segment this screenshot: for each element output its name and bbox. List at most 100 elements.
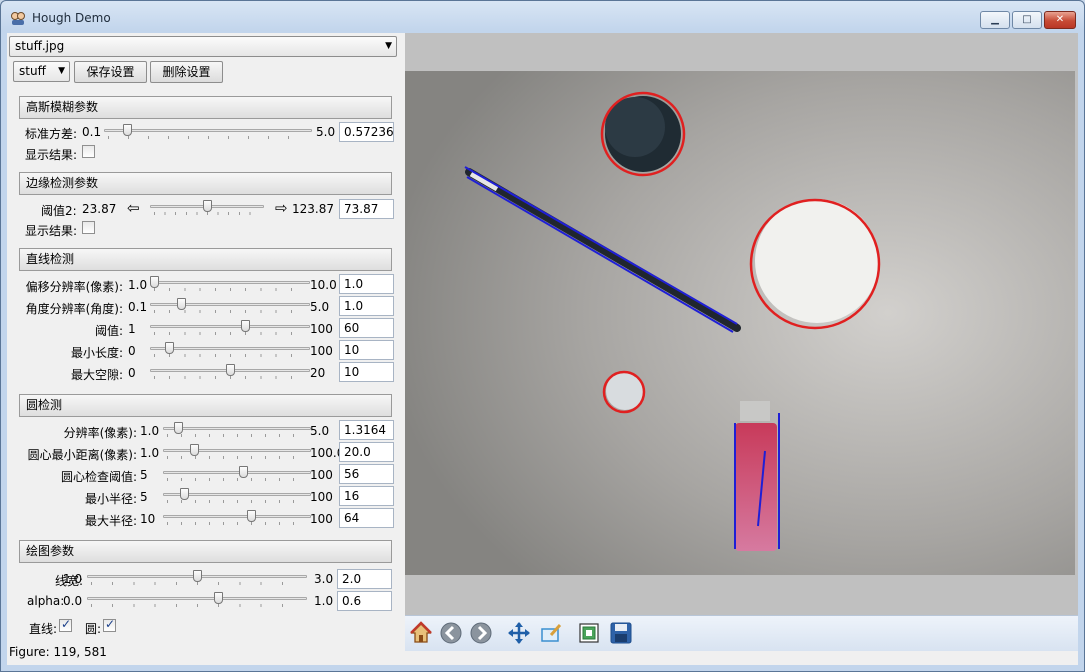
slider-thumb[interactable] [241,320,251,332]
circles-row-0-input[interactable]: 1.3164 [339,420,394,440]
slider-thumb[interactable] [203,200,212,212]
sigma-min: 0.1 [82,125,102,139]
title-bar: Hough Demo ▁ □ ✕ [1,1,1084,33]
slider-thumb[interactable] [174,422,184,434]
sigma-slider[interactable] [104,124,312,140]
save-icon[interactable] [609,621,633,645]
chevron-down-icon: ▼ [58,66,65,76]
circles-row-1-slider[interactable] [163,444,311,460]
circles-row-2-input[interactable]: 56 [339,464,394,484]
circles-row-0-label: 分辨率(像素): [63,426,137,440]
figure-canvas[interactable] [405,33,1078,615]
slider-thumb[interactable] [150,276,159,288]
status-bar-text: Figure: 119, 581 [9,645,107,659]
slider-thumb[interactable] [165,342,175,354]
circles-row-0-slider[interactable] [163,422,311,438]
lines-row-2-min: 1 [128,322,136,336]
lines-row-4-max: 20 [310,366,326,380]
slider-thumb[interactable] [214,592,224,604]
circles-row-4-input[interactable]: 64 [339,508,394,528]
save-settings-button[interactable]: 保存设置 [74,61,147,83]
lines-row-4-label: 最大空隙: [70,368,123,382]
circles-row-1-input[interactable]: 20.0 [339,442,394,462]
circles-row-4-max: 100 [310,512,333,526]
alpha-slider[interactable] [87,592,307,608]
slider-thumb[interactable] [179,488,189,500]
circles-row-2-slider[interactable] [163,466,311,482]
lines-row-2-slider[interactable] [150,320,310,336]
pan-icon[interactable] [507,621,531,645]
maximize-button[interactable]: □ [1012,11,1042,29]
lighter-head [740,401,770,421]
threshold2-slider[interactable] [150,200,264,216]
edge-show-label: 显示结果: [25,224,78,238]
circles-section-header: 圆检测 [19,394,392,417]
lines-row-1-slider[interactable] [150,298,310,314]
linewidth-slider[interactable] [87,570,307,586]
gauss-show-checkbox[interactable] [82,145,95,158]
circles-row-2-label: 圆心检查阈值: [60,470,137,484]
client-area: stuff.jpg ▼ stuff ▼ 保存设置 删除设置 高斯模糊参数 标准方… [7,33,1078,665]
image-axes[interactable] [405,71,1075,575]
threshold2-input[interactable]: 73.87 [339,199,394,219]
preset-combo-value: stuff [19,64,46,78]
app-icon [11,12,25,25]
gauss-section-header: 高斯模糊参数 [19,96,392,119]
show-circles-checkbox[interactable] [103,617,116,632]
show-circles-label: 圆: [85,622,102,636]
minimize-button[interactable]: ▁ [980,11,1010,29]
home-icon[interactable] [409,621,433,645]
circles-row-4-slider[interactable] [163,510,311,526]
threshold2-high: 123.87 [292,202,334,216]
circles-row-3-slider[interactable] [163,488,311,504]
circles-row-3-input[interactable]: 16 [339,486,394,506]
lines-row-0-input[interactable]: 1.0 [339,274,394,294]
slider-thumb[interactable] [189,444,199,456]
window-title: Hough Demo [32,11,111,25]
threshold2-low: 23.87 [82,202,117,216]
arrow-left-icon[interactable]: ⇦ [127,201,140,216]
lines-row-2-input[interactable]: 60 [339,318,394,338]
preset-combo[interactable]: stuff ▼ [13,61,70,82]
circles-row-3-max: 100 [310,490,333,504]
circles-row-3-label: 最小半径: [84,492,137,506]
forward-icon[interactable] [469,621,493,645]
linewidth-input[interactable]: 2.0 [337,569,392,589]
lines-row-3-label: 最小长度: [70,346,123,360]
delete-settings-button[interactable]: 删除设置 [150,61,223,83]
lines-row-4-min: 0 [128,366,136,380]
arrow-right-icon[interactable]: ⇨ [275,201,288,216]
lines-row-0-min: 1.0 [128,278,148,292]
lines-section-header: 直线检测 [19,248,392,271]
configure-subplots-icon[interactable] [577,621,601,645]
circles-row-3-min: 5 [140,490,148,504]
lines-row-2-label: 阈值: [94,324,123,338]
slider-thumb[interactable] [226,364,235,376]
lines-row-1-input[interactable]: 1.0 [339,296,394,316]
sigma-input[interactable]: 0.57236 [339,122,394,142]
lines-row-4-slider[interactable] [150,364,310,380]
close-button[interactable]: ✕ [1044,11,1076,29]
lines-row-3-slider[interactable] [150,342,310,358]
slider-thumb[interactable] [238,466,248,478]
lines-row-3-input[interactable]: 10 [339,340,394,360]
file-combo[interactable]: stuff.jpg ▼ [9,36,397,57]
zoom-icon[interactable] [539,621,563,645]
show-lines-label: 直线: [29,622,58,636]
back-icon[interactable] [439,621,463,645]
lines-row-4-input[interactable]: 10 [339,362,394,382]
alpha-min: 0.0 [63,594,83,608]
slider-thumb[interactable] [177,298,187,310]
circles-row-2-max: 100 [310,468,333,482]
show-lines-checkbox[interactable] [59,617,72,632]
lines-row-0-slider[interactable] [150,276,310,292]
slider-thumb[interactable] [123,124,133,136]
control-panel: stuff.jpg ▼ stuff ▼ 保存设置 删除设置 高斯模糊参数 标准方… [7,33,403,665]
alpha-input[interactable]: 0.6 [337,591,392,611]
edge-show-checkbox[interactable] [82,221,95,234]
alpha-max: 1.0 [314,594,334,608]
circles-row-4-label: 最大半径: [84,514,137,528]
slider-thumb[interactable] [247,510,256,522]
linewidth-max: 3.0 [314,572,334,586]
slider-thumb[interactable] [193,570,202,582]
